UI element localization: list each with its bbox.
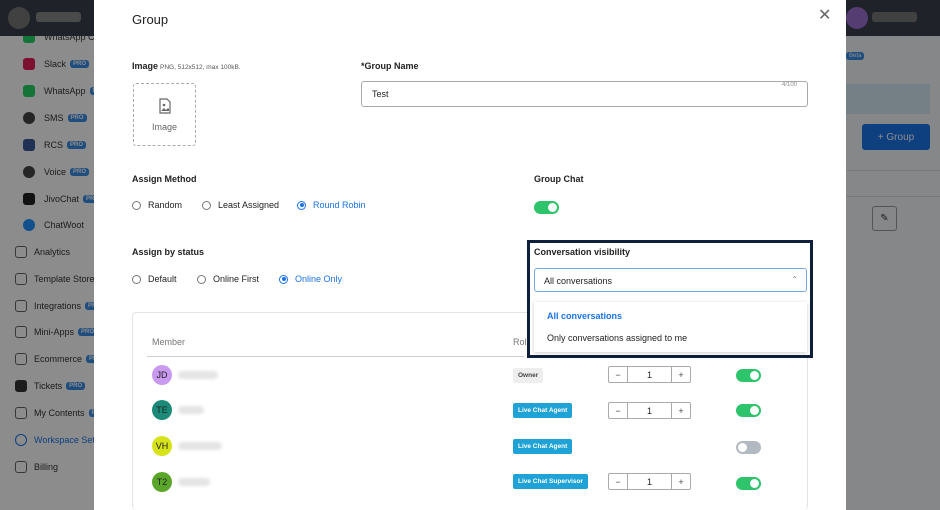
modal-title: Group <box>132 12 169 27</box>
conversation-visibility-label: Conversation visibility <box>534 247 631 257</box>
stepper-value[interactable]: 1 <box>627 474 672 489</box>
group-chat-toggle[interactable] <box>534 201 559 214</box>
image-icon <box>158 97 171 114</box>
increment-button[interactable]: + <box>672 403 690 418</box>
group-chat-label: Group Chat <box>534 174 584 184</box>
radio-circle <box>279 274 288 284</box>
conversation-visibility-dropdown: All conversations Only conversations ass… <box>534 302 807 352</box>
radio-online-only[interactable]: Online Only <box>279 274 342 284</box>
increment-button[interactable]: + <box>672 474 690 489</box>
group-modal: Group ✕ Image PNG, 512x512, max 100kB. Im… <box>94 0 846 510</box>
toggle-knob <box>750 371 759 380</box>
image-hint: PNG, 512x512, max 100kB. <box>160 64 241 71</box>
role-column-header: Rol <box>513 337 527 347</box>
toggle-knob <box>548 203 557 212</box>
toggle-knob <box>750 479 759 488</box>
toggle-knob <box>738 443 747 452</box>
radio-round-robin[interactable]: Round Robin <box>297 200 366 210</box>
quantity-stepper[interactable]: −1 + <box>608 402 691 419</box>
role-badge: Owner <box>513 368 544 383</box>
group-name-input[interactable] <box>361 81 808 107</box>
group-name-label: *Group Name <box>361 61 419 71</box>
quantity-stepper[interactable]: −1 + <box>608 473 691 490</box>
radio-circle <box>132 200 141 210</box>
member-name-redacted <box>178 406 204 414</box>
close-icon[interactable]: ✕ <box>818 5 831 25</box>
decrement-button[interactable]: − <box>609 367 627 382</box>
radio-default[interactable]: Default <box>132 274 177 284</box>
avatar: TE <box>152 400 172 420</box>
stepper-value[interactable]: 1 <box>627 367 672 382</box>
member-toggle[interactable] <box>736 369 761 382</box>
table-header-divider <box>147 356 524 357</box>
decrement-button[interactable]: − <box>609 474 627 489</box>
conversation-visibility-select[interactable]: All conversations ⌃ <box>534 268 807 292</box>
role-badge: Live Chat Agent <box>513 403 573 418</box>
chevron-up-icon: ⌃ <box>791 275 798 284</box>
member-toggle[interactable] <box>736 477 761 490</box>
radio-circle <box>132 274 141 284</box>
stepper-value[interactable]: 1 <box>627 403 672 418</box>
toggle-knob <box>750 406 759 415</box>
radio-random[interactable]: Random <box>132 200 182 210</box>
radio-circle <box>297 200 306 210</box>
role-badge: Live Chat Supervisor <box>513 474 589 489</box>
char-counter: 4/100 <box>782 82 798 88</box>
member-name-redacted <box>178 371 218 379</box>
member-column-header: Member <box>152 337 186 347</box>
image-upload-label: Image <box>151 121 177 132</box>
avatar: T2 <box>152 472 172 492</box>
decrement-button[interactable]: − <box>609 403 627 418</box>
radio-online-first[interactable]: Online First <box>197 274 259 284</box>
role-badge: Live Chat Agent <box>513 439 573 454</box>
avatar: VH <box>152 436 172 456</box>
member-toggle[interactable] <box>736 441 761 454</box>
radio-circle <box>202 200 211 210</box>
radio-circle <box>197 274 206 284</box>
assign-by-status-label: Assign by status <box>132 247 205 257</box>
image-upload[interactable]: Image <box>133 83 196 146</box>
assign-method-label: Assign Method <box>132 174 197 184</box>
increment-button[interactable]: + <box>672 367 690 382</box>
member-toggle[interactable] <box>736 404 761 417</box>
option-assigned-to-me[interactable]: Only conversations assigned to me <box>547 333 687 343</box>
member-name-redacted <box>178 478 210 486</box>
option-all-conversations[interactable]: All conversations <box>547 311 622 321</box>
member-name-redacted <box>178 442 222 450</box>
avatar: JD <box>152 365 172 385</box>
image-label: Image PNG, 512x512, max 100kB. <box>132 61 241 71</box>
quantity-stepper[interactable]: −1 + <box>608 366 691 383</box>
radio-least-assigned[interactable]: Least Assigned <box>202 200 279 210</box>
